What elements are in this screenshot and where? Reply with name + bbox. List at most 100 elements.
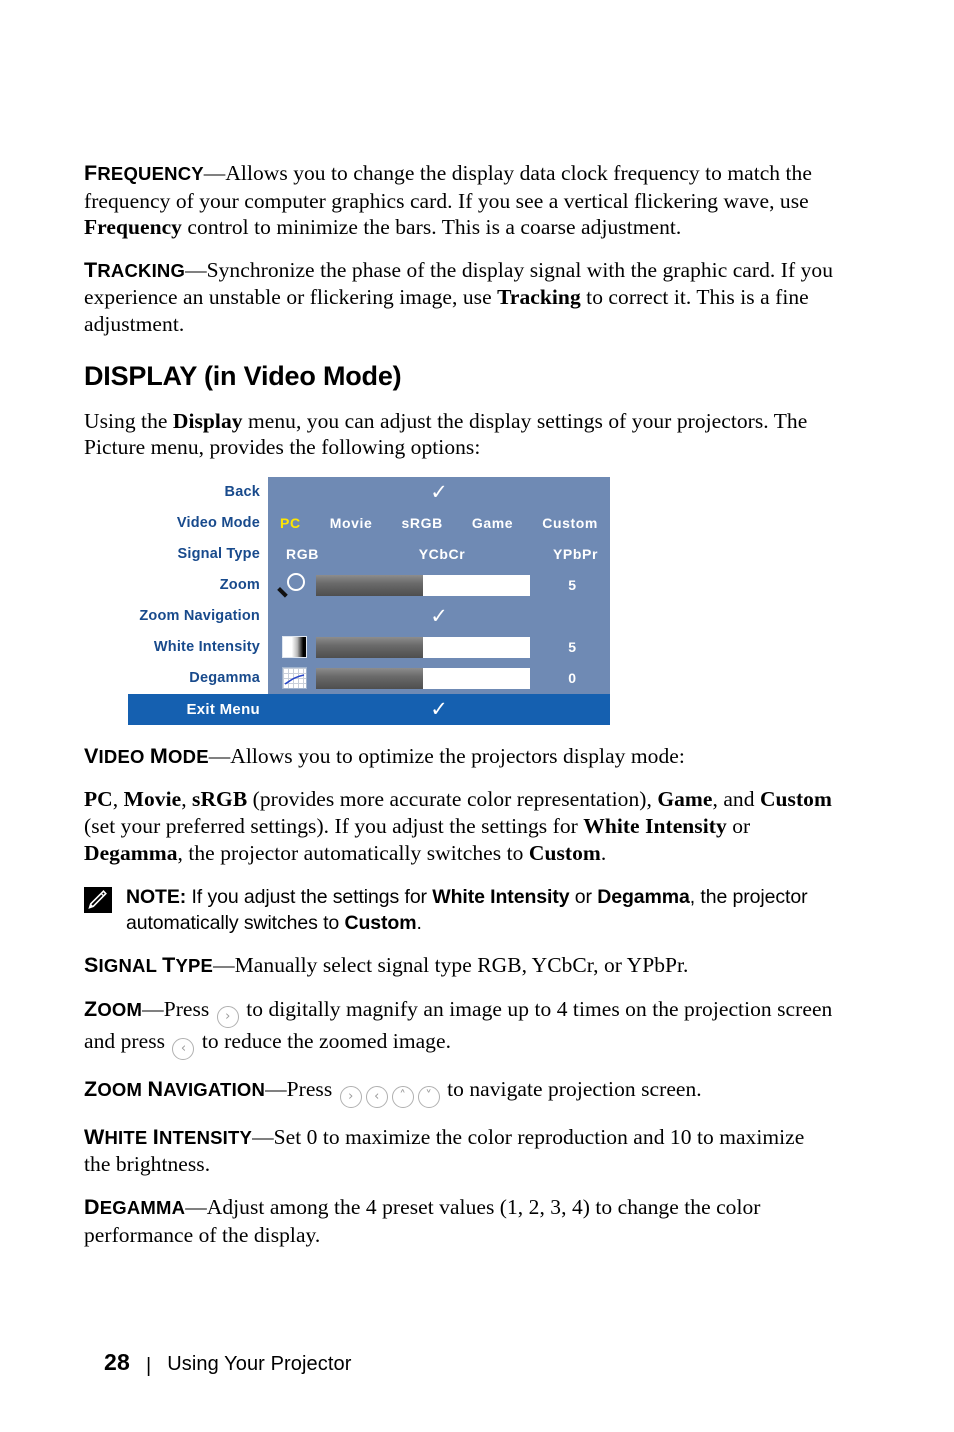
osd-label-white-intensity: White Intensity — [153, 638, 260, 655]
sep: or — [726, 813, 751, 838]
video-mode-option-game[interactable]: Game — [472, 515, 513, 531]
paragraph-modes: PC, Movie, sRGB (provides more accurate … — [84, 786, 836, 866]
text: , the projector automatically switches t… — [177, 840, 529, 865]
term-initial: D — [84, 1194, 100, 1219]
setting-white-intensity: White Intensity — [583, 813, 727, 838]
osd-row-back[interactable]: ✓ — [268, 477, 610, 508]
zoom-text-3: to reduce the zoomed image. — [196, 1028, 452, 1053]
sep: , — [181, 787, 193, 812]
video-mode-option-pc[interactable]: PC — [280, 515, 301, 531]
term-tracking: TRACKING — [84, 257, 186, 282]
term-rest: OOM — [97, 1078, 148, 1100]
osd-label-video-mode: Video Mode — [176, 514, 260, 531]
note-block: NOTE: If you adjust the settings for Whi… — [84, 884, 836, 936]
mode-game: Game — [657, 787, 713, 812]
footer-title: Using Your Projector — [167, 1353, 352, 1375]
chevron-right-icon: › — [339, 1085, 362, 1108]
zoom-value: 5 — [568, 577, 576, 594]
term-initial: Z — [84, 996, 98, 1021]
term-rest: REQUENCY — [97, 163, 204, 184]
term-rest: IDEO — [98, 745, 150, 767]
zoom-text-1: —Press — [142, 996, 215, 1021]
sep: , and — [712, 787, 760, 812]
sep: , — [112, 787, 124, 812]
paragraph-degamma: DEGAMMA—Adjust among the 4 preset values… — [84, 1194, 836, 1248]
paragraph-frequency: FREQUENCY—Allows you to change the displ… — [84, 160, 836, 241]
term-signal-type: SIGNAL TYPE — [84, 953, 214, 977]
video-mode-option-custom[interactable]: Custom — [542, 515, 598, 531]
white-intensity-value: 5 — [568, 639, 576, 656]
section-heading: DISPLAY (in Video Mode) — [84, 360, 402, 391]
osd-row-video-mode[interactable]: PC Movie sRGB Game Custom — [268, 508, 610, 539]
osd-row-degamma[interactable]: 0 — [268, 663, 610, 694]
osd-label-column: Back Video Mode Signal Type Zoom Zoom Na… — [128, 476, 268, 694]
term-rest-2: YPE — [175, 955, 214, 977]
osd-label-signal-type: Signal Type — [177, 545, 260, 562]
zoom-slider[interactable] — [316, 574, 530, 596]
term-white-intensity: WHITE INTENSITY — [84, 1124, 253, 1149]
period: . — [600, 840, 607, 865]
chevron-down-icon: ˅ — [417, 1085, 440, 1108]
term-rest-2: AVIGATION — [163, 1078, 266, 1100]
checkmark-icon: ✓ — [430, 603, 448, 628]
signal-type-option-rgb[interactable]: RGB — [280, 546, 390, 562]
osd-row-exit-menu[interactable]: Exit Menu ✓ — [128, 693, 610, 725]
term-rest: EGAMMA — [99, 1196, 186, 1218]
osd-label-exit-menu: Exit Menu — [186, 700, 260, 718]
signal-type-options: RGB YCbCr YPbPr — [268, 546, 610, 562]
osd-label-zoom-navigation: Zoom Navigation — [139, 607, 260, 624]
paragraph-white-intensity: WHITE INTENSITY—Set 0 to maximize the co… — [84, 1124, 836, 1178]
chevron-up-icon: ˄ — [391, 1085, 414, 1108]
term-zoom-navigation: ZOOM NAVIGATION — [84, 1076, 266, 1101]
term-degamma: DEGAMMA — [84, 1194, 186, 1219]
term-initial: Z — [84, 1076, 98, 1101]
degamma-slider[interactable] — [316, 667, 530, 689]
note-text-2: or — [569, 886, 598, 909]
intro-text-1: Using the — [84, 408, 173, 433]
white-intensity-slider[interactable] — [316, 636, 530, 658]
signal-type-option-ycbcr[interactable]: YCbCr — [390, 546, 494, 562]
note-text-1: If you adjust the settings for — [186, 886, 433, 909]
note-emphasis-degamma: Degamma — [597, 886, 690, 909]
checkmark-icon: ✓ — [430, 479, 448, 504]
note-pencil-icon — [84, 887, 112, 914]
osd-row-zoom-navigation[interactable]: ✓ — [268, 601, 610, 632]
footer-separator: | — [145, 1355, 152, 1377]
osd-row-white-intensity[interactable]: 5 — [268, 632, 610, 663]
note-text-4: . — [416, 912, 422, 935]
osd-menu-figure: Back Video Mode Signal Type Zoom Zoom Na… — [128, 476, 610, 725]
term-initial: W — [84, 1124, 105, 1149]
degamma-value: 0 — [568, 670, 576, 687]
osd-row-signal-type[interactable]: RGB YCbCr YPbPr — [268, 539, 610, 570]
mode-custom-2: Custom — [528, 840, 601, 865]
osd-row-zoom[interactable]: 5 — [268, 570, 610, 601]
text: (set your preferred settings). If you ad… — [84, 813, 584, 838]
emphasis-display: Display — [172, 408, 243, 433]
osd-value-panel: ✓ PC Movie sRGB Game Custom RGB YCbCr YP… — [268, 476, 610, 694]
term-rest: IGNAL — [98, 955, 163, 977]
video-mode-option-srgb[interactable]: sRGB — [402, 515, 443, 531]
paragraph-video-mode: VIDEO MODE—Allows you to optimize the pr… — [84, 743, 836, 771]
note-label: NOTE: — [126, 886, 187, 909]
signal-type-option-ypbpr[interactable]: YPbPr — [494, 546, 598, 562]
term-rest: OOM — [97, 998, 143, 1020]
paragraph-zoom-navigation: ZOOM NAVIGATION—Press › ‹ ˄ ˅ to navigate p… — [84, 1076, 836, 1108]
mode-movie: Movie — [123, 787, 182, 812]
note-text: NOTE: If you adjust the settings for Whi… — [126, 884, 836, 936]
page-content: FREQUENCY—Allows you to change the displ… — [84, 160, 836, 1264]
term-rest-2: ODE — [168, 745, 209, 767]
white-intensity-icon — [278, 634, 310, 660]
term-rest: RACKING — [97, 259, 186, 281]
mode-pc: PC — [84, 787, 113, 812]
term-initial: F — [84, 161, 98, 185]
term-initial: V — [84, 743, 99, 768]
term-initial-2: M — [149, 743, 169, 768]
osd-menu-body: Back Video Mode Signal Type Zoom Zoom Na… — [128, 476, 610, 694]
term-initial: T — [84, 257, 98, 282]
video-mode-option-movie[interactable]: Movie — [330, 515, 373, 531]
zoomnav-text-1: —Press — [265, 1076, 338, 1101]
paragraph-signal-type: SIGNAL TYPE—Manually select signal type … — [84, 952, 836, 980]
chevron-right-icon: › — [216, 1005, 239, 1028]
term-rest-2: NTENSITY — [158, 1126, 253, 1148]
degamma-icon — [278, 665, 310, 691]
